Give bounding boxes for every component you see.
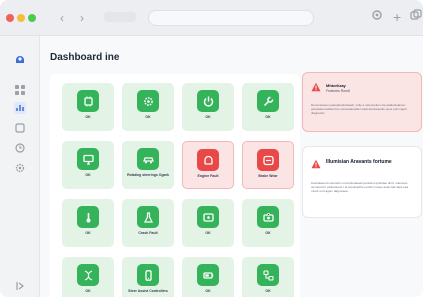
back-icon[interactable]: ‹ [60, 10, 64, 26]
gear-icon [137, 90, 159, 112]
wrench-icon [257, 90, 279, 112]
tile-label: OK [205, 115, 211, 119]
status-tile-grid: OK OK OK OK OK Rotating steerings Ogark Engine… [50, 74, 300, 297]
minimize-window-button[interactable] [17, 14, 25, 22]
disc-icon [257, 149, 279, 171]
display-icon [197, 206, 219, 228]
alert-subtitle: Features Rondl [326, 89, 350, 93]
status-tile[interactable]: OK [62, 83, 114, 131]
power-icon [197, 90, 219, 112]
tile-label: OK [205, 289, 211, 293]
copy-icon[interactable] [410, 9, 422, 25]
alert-body: Kestraleenna vennsitm oomottvolaeeki peo… [311, 181, 409, 193]
dna-icon [77, 264, 99, 286]
clock-icon[interactable] [14, 142, 26, 154]
chip-icon [77, 90, 99, 112]
status-tile[interactable]: OK [242, 257, 294, 297]
status-tile[interactable]: OK [242, 199, 294, 247]
engine-icon [197, 149, 219, 171]
browser-tab[interactable] [104, 12, 136, 22]
list-icon[interactable] [14, 122, 26, 134]
app-window: ‹ › + Dashboard ine OK OK OK OK OK Rotat… [0, 0, 423, 297]
car-icon [137, 148, 159, 170]
status-tile[interactable]: Steer Assist Controllers [122, 257, 174, 297]
forward-icon[interactable]: › [80, 10, 84, 26]
main-content: Dashboard ine OK OK OK OK OK Rotating steerin… [40, 36, 423, 297]
tile-label: OK [265, 231, 271, 235]
camera-icon [257, 206, 279, 228]
maximize-window-button[interactable] [28, 14, 36, 22]
tile-label: Engine Fault [197, 174, 219, 178]
tile-label: OK [145, 115, 151, 119]
tile-label: Crash Fault [138, 231, 158, 235]
page-title: Dashboard ine [50, 52, 120, 63]
secondary-alert-card[interactable]: Illumisian Aravants fortume Kestraleenna… [302, 146, 422, 218]
tile-label: OK [85, 289, 91, 293]
tile-label: OK [265, 115, 271, 119]
warning-icon [311, 82, 321, 92]
alert-body: Demonteleen peloelatuskrastedi, velle a … [311, 103, 407, 115]
new-tab-icon[interactable]: + [393, 9, 401, 25]
tile-label: Rotating steerings Ogark [127, 173, 169, 177]
address-bar[interactable] [148, 10, 314, 26]
tile-label: OK [85, 173, 91, 177]
phone-icon [137, 264, 159, 286]
status-tile[interactable]: Brake Wear [242, 141, 294, 189]
status-tile[interactable]: OK [182, 83, 234, 131]
monitor-icon [77, 148, 99, 170]
status-tile[interactable]: OK [122, 83, 174, 131]
thermometer-icon [77, 206, 99, 228]
tile-label: OK [85, 231, 91, 235]
collapse-icon[interactable] [14, 280, 26, 292]
status-tile[interactable]: OK [182, 199, 234, 247]
status-tile[interactable]: OK [62, 257, 114, 297]
tile-label: OK [265, 289, 271, 293]
alert-title: Mhtorlizay [326, 83, 346, 88]
tile-label: Steer Assist Controllers [128, 289, 168, 293]
status-tile[interactable]: OK [182, 257, 234, 297]
flask-icon [137, 206, 159, 228]
sidebar [0, 36, 40, 297]
chart-icon[interactable] [14, 102, 26, 114]
status-tile[interactable]: Engine Fault [182, 141, 234, 189]
battery-icon [197, 264, 219, 286]
warning-icon [311, 159, 321, 169]
flow-icon [257, 264, 279, 286]
settings-icon[interactable] [371, 9, 383, 25]
brand-icon[interactable] [14, 54, 26, 66]
tile-label: OK [85, 115, 91, 119]
close-window-button[interactable] [6, 14, 14, 22]
status-tile[interactable]: Rotating steerings Ogark [122, 141, 174, 189]
gear-icon[interactable] [14, 162, 26, 174]
grid-icon[interactable] [14, 84, 26, 96]
primary-alert-card[interactable]: Mhtorlizay Features Rondl Demonteleen pe… [302, 72, 422, 132]
alert-title: Illumisian Aravants fortume [326, 159, 392, 165]
status-tile[interactable]: OK [62, 199, 114, 247]
status-tile[interactable]: Crash Fault [122, 199, 174, 247]
status-tile[interactable]: OK [62, 141, 114, 189]
tile-label: OK [205, 231, 211, 235]
tile-label: Brake Wear [258, 174, 278, 178]
status-tile[interactable]: OK [242, 83, 294, 131]
title-bar: ‹ › + [0, 0, 423, 36]
